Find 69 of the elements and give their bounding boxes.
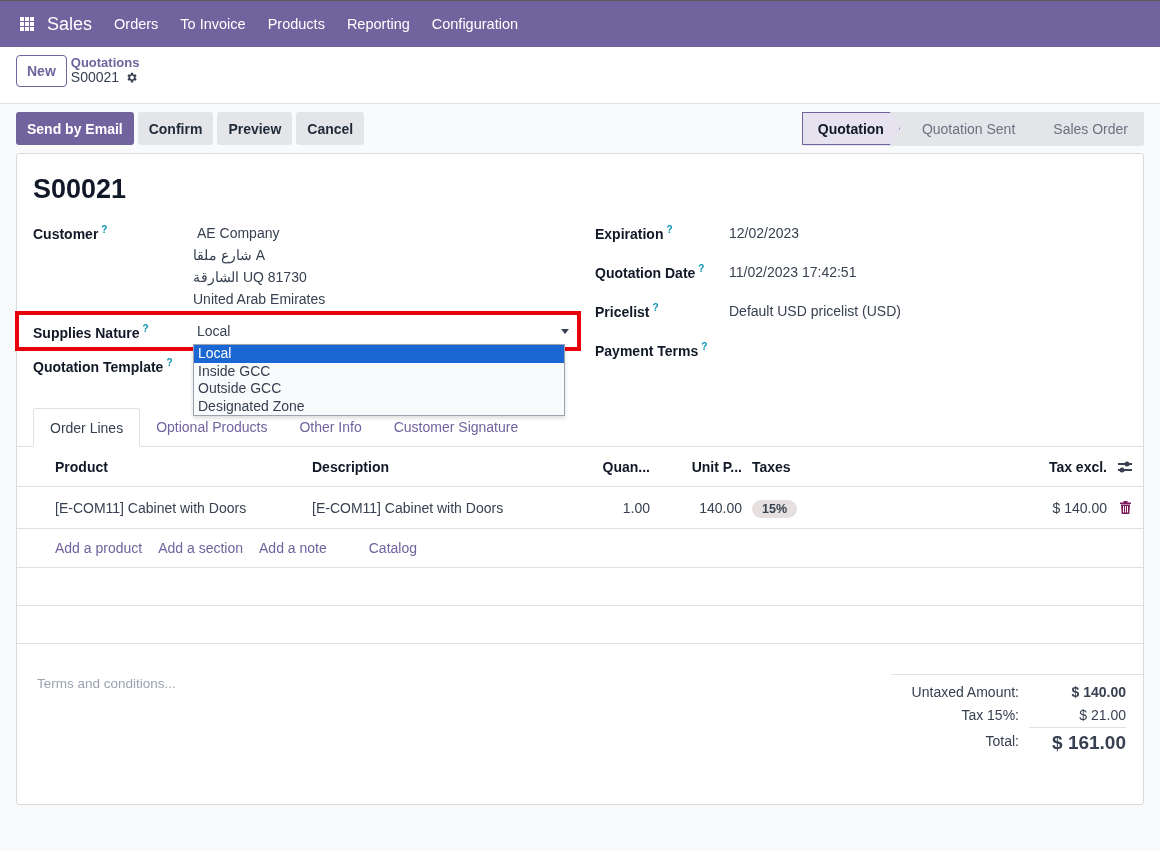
total-label: Untaxed Amount: <box>910 683 1019 702</box>
select-field[interactable]: Local <box>193 320 573 342</box>
breadcrumb-link[interactable]: Quotations <box>70 55 140 70</box>
help-tooltip[interactable]: ? <box>701 341 708 352</box>
menu-item[interactable]: Products <box>267 16 325 32</box>
address-line: United Arab Emirates <box>193 290 326 309</box>
field-value: 11/02/2023 17:42:51 <box>729 264 857 280</box>
apps-menu-icon[interactable] <box>20 17 34 31</box>
add-line-link[interactable]: Add a product <box>55 540 143 556</box>
help-tooltip[interactable]: ? <box>101 224 108 235</box>
field-label: Pricelist <box>595 303 650 320</box>
table-cell-text: 1.00 <box>621 499 650 516</box>
column-header[interactable]: Quan... <box>569 458 650 475</box>
field-label: Customer <box>33 225 99 242</box>
gear-icon[interactable] <box>125 71 139 84</box>
add-line-link[interactable]: Add a section <box>158 540 243 556</box>
column-header[interactable]: Tax excl. <box>987 458 1107 475</box>
action-button[interactable]: Cancel <box>296 112 365 145</box>
breadcrumb-current: S00021 <box>70 70 120 85</box>
action-button[interactable]: Confirm <box>137 112 214 145</box>
column-header[interactable]: Unit P... <box>650 458 742 475</box>
table-cell-text: $ 140.00 <box>1051 499 1107 516</box>
field-value: 12/02/2023 <box>729 225 800 241</box>
tab[interactable]: Order Lines <box>33 408 141 447</box>
column-header[interactable]: Description <box>312 458 569 475</box>
field-label: Quotation Template <box>33 358 164 375</box>
help-tooltip[interactable]: ? <box>666 224 673 235</box>
trash-icon[interactable] <box>1119 501 1131 514</box>
table-cell-text: 140.00 <box>698 499 742 516</box>
total-label: Total: <box>984 732 1019 751</box>
menu-item[interactable]: To Invoice <box>180 16 246 32</box>
help-tooltip[interactable]: ? <box>698 263 705 274</box>
column-settings-icon[interactable] <box>1117 459 1133 474</box>
field-label: Quotation Date <box>595 264 696 281</box>
app-name[interactable]: Sales <box>47 13 93 35</box>
add-line-link[interactable]: Add a note <box>259 540 327 556</box>
help-tooltip[interactable]: ? <box>652 302 659 313</box>
new-button[interactable]: New <box>16 55 67 87</box>
help-tooltip[interactable]: ? <box>166 357 173 368</box>
total-value: $ 161.00 <box>1029 727 1126 754</box>
dropdown-option[interactable]: Local <box>194 345 564 363</box>
field-label: Expiration <box>595 225 664 242</box>
dropdown-option[interactable]: Designated Zone <box>194 397 564 415</box>
total-label: Tax 15%: <box>960 706 1019 725</box>
dropdown-option[interactable]: Inside GCC <box>194 362 564 380</box>
help-tooltip[interactable]: ? <box>142 323 149 335</box>
dropdown-option[interactable]: Outside GCC <box>194 380 564 398</box>
status-stage[interactable]: Quotation <box>801 112 900 145</box>
action-button[interactable]: Preview <box>217 112 293 145</box>
action-button[interactable]: Send by Email <box>16 112 134 145</box>
menu-item[interactable]: Configuration <box>431 16 518 32</box>
total-value: $ 140.00 <box>1070 683 1126 702</box>
menu-item[interactable]: Reporting <box>346 16 410 32</box>
record-title: S00021 <box>32 173 128 206</box>
address-line: شارع ملقا A <box>193 246 266 266</box>
address-line: الشارقة UQ 81730 <box>193 268 307 288</box>
field-value: Default USD pricelist (USD) <box>729 303 901 319</box>
field-label: Payment Terms <box>595 342 699 359</box>
table-cell-text: [E-COM11] Cabinet with Doors <box>55 499 248 516</box>
tax-badge: 15% <box>752 499 798 518</box>
total-value: $ 21.00 <box>1078 706 1126 725</box>
add-line-link[interactable]: Catalog <box>368 540 417 556</box>
menu-item[interactable]: Orders <box>114 16 159 32</box>
table-cell-text: [E-COM11] Cabinet with Doors <box>312 499 505 516</box>
column-header[interactable]: Taxes <box>742 458 987 475</box>
field-label: Supplies Nature <box>33 324 140 341</box>
customer-name: AE Company <box>196 224 281 243</box>
caret-icon <box>561 328 569 334</box>
column-header[interactable]: Product <box>55 458 312 475</box>
